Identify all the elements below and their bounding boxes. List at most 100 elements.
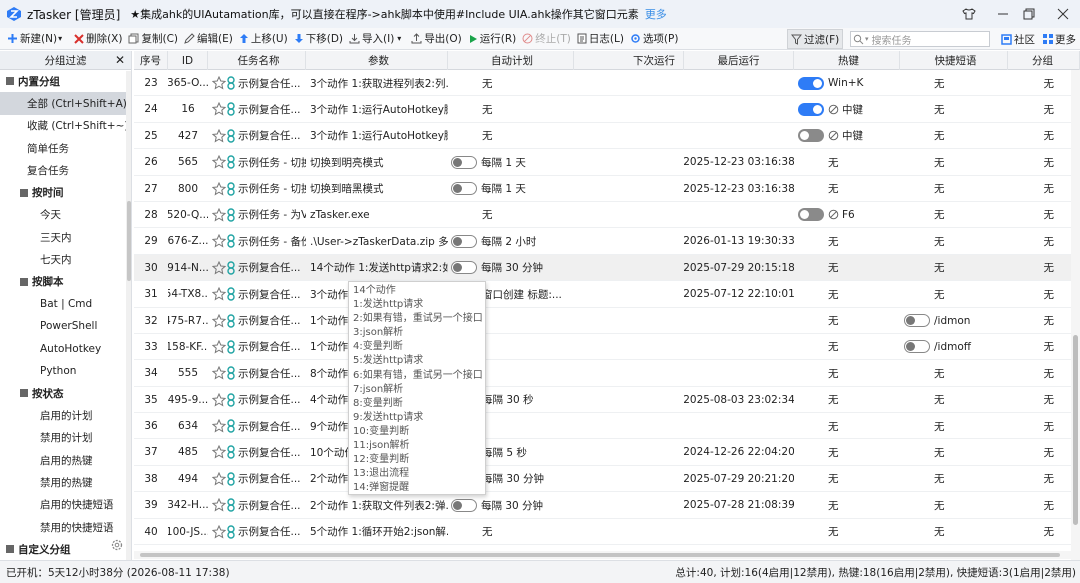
more-button[interactable]: 更多: [1040, 29, 1079, 49]
sidebar-item[interactable]: AutoHotkey: [0, 338, 131, 360]
table-row[interactable]: 35 495-9... 示例复合任... 4个动作 每隔 30 秒 2025-08-03 …: [134, 387, 1080, 414]
star-icon[interactable]: [212, 419, 226, 433]
sidebar-item[interactable]: 启用的快捷短语: [0, 494, 131, 516]
star-icon[interactable]: [212, 128, 226, 143]
export-button[interactable]: 导出(O): [408, 29, 464, 49]
sidebar-item[interactable]: 禁用的热键: [0, 471, 131, 493]
delete-button[interactable]: 删除(X): [71, 29, 125, 49]
star-icon[interactable]: [212, 260, 226, 275]
star-icon[interactable]: [212, 76, 226, 90]
column-header[interactable]: ID: [168, 51, 208, 70]
sidebar-item[interactable]: 收藏 (Ctrl+Shift+~): [0, 115, 131, 137]
search-input[interactable]: ▾ 搜索任务: [850, 31, 990, 47]
table-hscroll-thumb[interactable]: [140, 553, 1060, 557]
star-icon[interactable]: [212, 313, 226, 328]
table-row[interactable]: 27 800 示例任务 - 切换... 切换到暗黑模式 每隔 1 天 2025-12-23…: [134, 176, 1080, 202]
skin-shirt-icon[interactable]: [952, 0, 986, 28]
hotkey-toggle[interactable]: [798, 129, 824, 143]
table-row[interactable]: 24 16 示例复合任... 3个动作 1:运行AutoHotkey脚... 无 中键 无 无: [134, 96, 1080, 123]
table-row[interactable]: 29 676-Z... 示例任务 - 备份... .\User->zTaskerDat…: [134, 228, 1080, 255]
sidebar-item[interactable]: 按脚本: [0, 271, 131, 293]
plan-toggle[interactable]: [451, 498, 477, 512]
table-row[interactable]: 38 494 示例复合任... 2个动作 每隔 30 分钟 2025-07-29 20:2…: [134, 466, 1080, 493]
close-icon[interactable]: ✕: [115, 53, 125, 67]
filter-button[interactable]: 过滤(F): [787, 29, 844, 49]
restore-icon[interactable]: [1012, 0, 1046, 28]
hotkey-toggle[interactable]: [798, 102, 824, 116]
table-vscroll-thumb[interactable]: [1073, 335, 1078, 525]
table-row[interactable]: 39 342-H... 示例复合任... 2个动作 1:获取文件列表2:弹... 每隔 …: [134, 492, 1080, 519]
star-icon[interactable]: [212, 498, 226, 512]
hotkey-toggle[interactable]: [798, 208, 824, 222]
table-row[interactable]: 28 520-Q... 示例任务 - 为V... zTasker.exe 无 F6 无 无: [134, 202, 1080, 229]
star-icon[interactable]: [212, 524, 226, 539]
table-row[interactable]: 33 158-KF... 示例复合任... 1个动作 无/idmoff 无: [134, 334, 1080, 361]
sidebar-item[interactable]: 七天内: [0, 248, 131, 270]
star-icon[interactable]: [212, 181, 226, 196]
plan-toggle[interactable]: [451, 182, 477, 196]
table-row[interactable]: 30 914-N... 示例复合任... 14个动作 1:发送http请求2:如...…: [134, 254, 1080, 282]
run-button[interactable]: 运行(R): [465, 29, 520, 49]
sidebar-item[interactable]: 禁用的计划: [0, 427, 131, 449]
sidebar-item[interactable]: 按时间: [0, 181, 131, 203]
star-icon[interactable]: [212, 287, 226, 301]
table-row[interactable]: 23 365-O... 示例复合任... 3个动作 1:获取进程列表2:列... 无 Wi…: [134, 70, 1080, 97]
new-button[interactable]: 新建(N) ▾: [4, 29, 65, 49]
stop-button[interactable]: 终止(T): [519, 29, 574, 49]
sidebar-scroll-thumb[interactable]: [127, 201, 131, 281]
star-icon[interactable]: [212, 102, 226, 116]
sidebar-item[interactable]: 按状态: [0, 382, 131, 404]
star-icon[interactable]: [212, 445, 226, 460]
community-button[interactable]: 社区: [998, 29, 1038, 49]
hotkey-toggle[interactable]: [798, 76, 824, 90]
phrase-toggle[interactable]: [904, 340, 930, 354]
log-button[interactable]: 日志(L): [574, 29, 627, 49]
sidebar-item[interactable]: 三天内: [0, 226, 131, 248]
star-icon[interactable]: [212, 155, 226, 169]
plan-toggle[interactable]: [451, 234, 477, 248]
sidebar-item[interactable]: Python: [0, 360, 131, 382]
table-row[interactable]: 37 485 示例复合任... 10个动作 每隔 5 秒 2024-12-26 22:04…: [134, 439, 1080, 466]
sidebar-item[interactable]: Bat | Cmd: [0, 293, 131, 315]
star-icon[interactable]: [212, 471, 226, 486]
column-header[interactable]: 最后运行: [684, 51, 794, 70]
plan-toggle[interactable]: [451, 261, 477, 275]
column-header[interactable]: 快捷短语: [900, 51, 1008, 70]
table-row[interactable]: 25 427 示例复合任... 3个动作 1:运行AutoHotkey脚... 无 中键 无…: [134, 123, 1080, 150]
plan-toggle[interactable]: [451, 155, 477, 169]
table-row[interactable]: 40 100-JS... 示例复合任... 5个动作 1:循环开始2:json解...…: [134, 519, 1080, 546]
sidebar-item[interactable]: 复合任务: [0, 159, 131, 181]
column-header[interactable]: 参数: [306, 51, 448, 70]
move-down-button[interactable]: 下移(D): [291, 29, 346, 49]
sidebar-scrollbar[interactable]: [126, 71, 131, 568]
table-row[interactable]: 36 634 示例复合任... 9个动作 无 无 无: [134, 413, 1080, 440]
sidebar-item[interactable]: PowerShell: [0, 315, 131, 337]
sidebar-item[interactable]: 启用的热键: [0, 449, 131, 471]
close-window-icon[interactable]: [1046, 0, 1080, 28]
column-header[interactable]: 任务名称: [208, 51, 306, 70]
phrase-toggle[interactable]: [904, 314, 930, 328]
settings-gear-icon[interactable]: [110, 538, 124, 552]
sidebar-item[interactable]: 禁用的快捷短语: [0, 516, 131, 538]
star-icon[interactable]: [212, 392, 226, 407]
sidebar-item[interactable]: 启用的计划: [0, 404, 131, 426]
sidebar-item[interactable]: 全部 (Ctrl+Shift+A): [0, 92, 131, 115]
move-up-button[interactable]: 上移(U): [236, 29, 291, 49]
import-button[interactable]: 导入(I) ▾: [346, 29, 404, 49]
column-header[interactable]: 分组: [1008, 51, 1080, 70]
table-row[interactable]: 32 475-R7... 示例复合任... 1个动作 无/idmon 无: [134, 308, 1080, 334]
column-header[interactable]: 自动计划: [448, 51, 574, 70]
star-icon[interactable]: [212, 234, 226, 248]
star-icon[interactable]: [212, 366, 226, 380]
column-header[interactable]: 下次运行: [574, 51, 684, 70]
star-icon[interactable]: [212, 339, 226, 354]
column-header[interactable]: 序号: [134, 51, 168, 70]
options-button[interactable]: 选项(P): [627, 29, 682, 49]
star-icon[interactable]: [212, 207, 226, 222]
copy-button[interactable]: 复制(C): [125, 29, 181, 49]
table-row[interactable]: 34 555 示例复合任... 8个动作 无 无 无: [134, 360, 1080, 387]
edit-button[interactable]: 编辑(E): [181, 29, 236, 49]
sidebar-item[interactable]: 简单任务: [0, 137, 131, 159]
table-row[interactable]: 26 565 示例任务 - 切换... 切换到明亮模式 每隔 1 天 2025-12-23…: [134, 149, 1080, 176]
notice-more-link[interactable]: 更多: [645, 6, 667, 22]
